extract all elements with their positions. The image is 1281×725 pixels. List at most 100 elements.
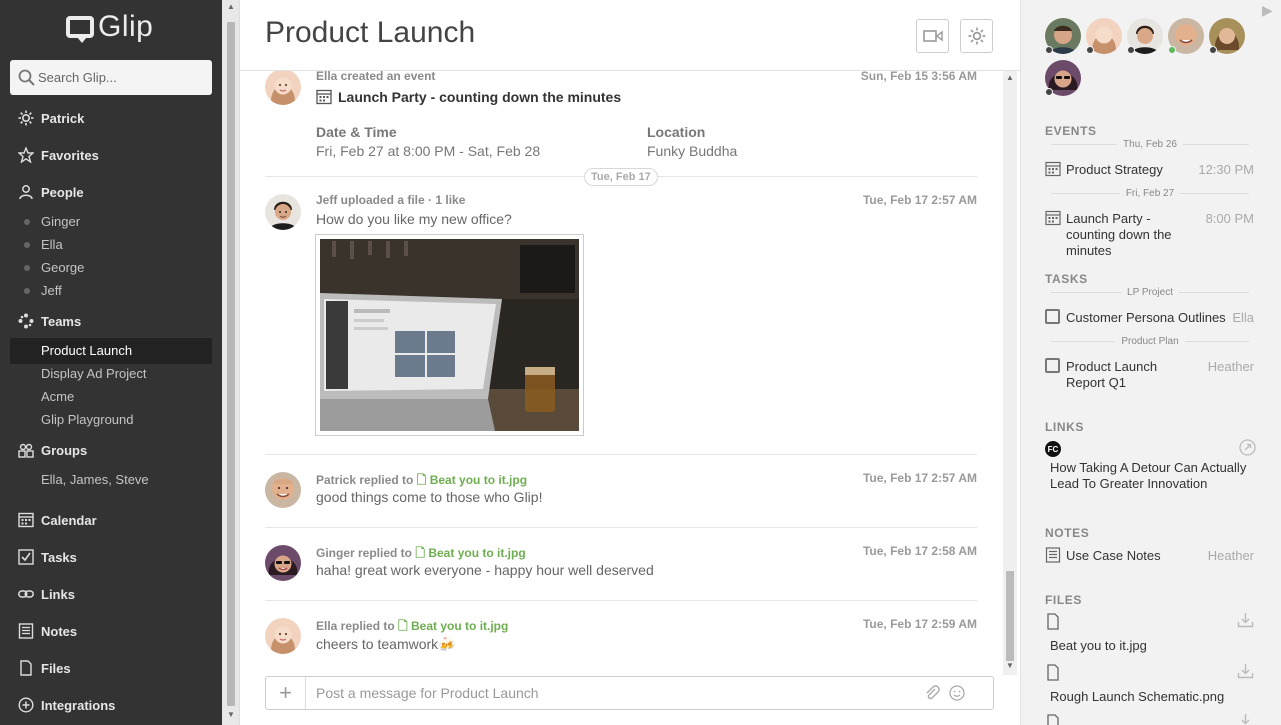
sidebar-item-display-ad-project[interactable]: Display Ad Project [41, 365, 147, 383]
calendar-icon [316, 89, 332, 105]
file-icon [1047, 613, 1059, 630]
search-input[interactable] [38, 70, 208, 85]
sidebar-item-acme[interactable]: Acme [41, 388, 74, 406]
event-item-title[interactable]: Product Strategy [1066, 162, 1163, 178]
sidebar-item-product-launch[interactable]: Product Launch [41, 342, 132, 360]
task-checkbox[interactable] [1045, 309, 1060, 324]
uploaded-photo[interactable] [315, 234, 584, 436]
event-location-value: Funky Buddha [647, 143, 738, 159]
task-item-title[interactable]: Customer Persona Outlines [1066, 310, 1226, 326]
sidebar-item-label: Glip Playground [41, 412, 134, 427]
emoji-icon[interactable] [949, 685, 965, 701]
settings-button[interactable] [960, 19, 993, 53]
scrollbar-thumb[interactable] [227, 22, 235, 706]
video-call-button[interactable] [916, 19, 949, 53]
event-date-label: Date & Time [316, 124, 397, 140]
nav-patrick[interactable]: Patrick [18, 108, 84, 128]
nav-teams[interactable]: Teams [18, 311, 81, 331]
notes-icon [18, 623, 34, 639]
avatar-ella[interactable] [265, 618, 301, 654]
nav-calendar[interactable]: Calendar [18, 510, 97, 530]
person-icon [19, 185, 33, 200]
message-divider [265, 454, 977, 455]
office-photo-image [320, 239, 579, 431]
sidebar-item-group[interactable]: Ella, James, Steve [41, 471, 149, 489]
avatar-image [265, 545, 301, 581]
event-item-time: 12:30 PM [1198, 162, 1254, 177]
event-item-title[interactable]: Launch Party - counting down the minutes [1066, 211, 1184, 259]
sidebar-item-ella[interactable]: Ella [24, 236, 63, 254]
avatar-ella[interactable] [265, 71, 301, 105]
nav-patrick-label: Patrick [41, 110, 85, 126]
sidebar-item-jeff[interactable]: Jeff [24, 282, 62, 300]
download-icon[interactable] [1237, 713, 1254, 725]
file-link[interactable]: 🗋 Beat you to it.jpg [417, 473, 527, 487]
file-item-name[interactable]: Rough Launch Schematic.png [1050, 689, 1224, 705]
event-location-label: Location [647, 124, 706, 140]
chat-bubble-icon [66, 16, 94, 43]
conversation-pane: Product Launch Ella created an event Sun… [240, 0, 1020, 725]
search-box[interactable] [10, 60, 212, 95]
note-item-title[interactable]: Use Case Notes [1066, 548, 1161, 564]
message-text: cheers to teamwork🍻 [316, 636, 456, 652]
task-item-title[interactable]: Product Launch Report Q1 [1066, 359, 1181, 391]
nav-groups[interactable]: Groups [18, 440, 87, 460]
collapse-panel-arrow-icon[interactable]: ▶ [1262, 2, 1273, 19]
avatar-patrick[interactable] [265, 472, 301, 508]
sidebar-item-ginger[interactable]: Ginger [24, 213, 80, 231]
scroll-down-arrow-icon[interactable]: ▼ [1006, 661, 1014, 670]
task-checkbox[interactable] [1045, 358, 1060, 373]
presence-dot [1209, 46, 1217, 54]
events-heading: EVENTS [1045, 124, 1097, 138]
scrollbar-thumb[interactable] [1006, 571, 1014, 661]
avatar-jeff[interactable] [265, 194, 301, 230]
presence-dot [1086, 46, 1094, 54]
message-text: good things come to those who Glip! [316, 489, 543, 505]
nav-files[interactable]: Files [18, 658, 71, 678]
sidebar-scrollbar[interactable]: ▲ ▼ [222, 0, 240, 725]
star-icon [18, 147, 34, 163]
message-input[interactable] [316, 685, 916, 701]
glip-logo[interactable]: Glip [66, 10, 153, 44]
file-item-name[interactable]: Beat you to it.jpg [1050, 638, 1147, 654]
avatar-ginger[interactable] [265, 545, 301, 581]
sidebar-item-glip-playground[interactable]: Glip Playground [41, 411, 134, 429]
download-icon[interactable] [1237, 612, 1254, 628]
file-link[interactable]: 🗋 Beat you to it.jpg [398, 619, 508, 633]
external-link-icon[interactable] [1239, 439, 1256, 456]
reply-author: Ginger replied to [316, 546, 413, 560]
task-assignee: Ella [1232, 310, 1254, 325]
notes-heading: NOTES [1045, 526, 1090, 540]
presence-dot [24, 288, 30, 294]
nav-tasks[interactable]: Tasks [18, 547, 77, 567]
sidebar-item-george[interactable]: George [24, 259, 84, 277]
nav-integrations[interactable]: Integrations [18, 695, 115, 715]
message-meta: Jeff uploaded a file · 1 like [316, 193, 466, 207]
avatar-image [265, 618, 301, 654]
nav-links[interactable]: Links [18, 584, 75, 604]
scroll-up-arrow-icon[interactable]: ▲ [227, 2, 235, 11]
sidebar-item-label: Acme [41, 389, 75, 404]
reply-author: Ella replied to [316, 619, 395, 633]
nav-favorites[interactable]: Favorites [18, 145, 99, 165]
link-item-title[interactable]: How Taking A Detour Can Actually Lead To… [1050, 460, 1260, 492]
sidebar: Glip Patrick Favorites People Ginger Ell… [0, 0, 222, 725]
presence-dot [24, 219, 30, 225]
message-text: How do you like my new office? [316, 211, 512, 227]
message-scrollbar[interactable]: ▲ ▼ [1003, 71, 1017, 675]
message-list: Ella created an event Sun, Feb 15 3:56 A… [240, 71, 1003, 671]
message-meta: Ella replied to 🗋 Beat you to it.jpg [316, 617, 508, 638]
nav-links-label: Links [41, 586, 75, 602]
file-link[interactable]: 🗋 Beat you to it.jpg [415, 546, 525, 560]
paperclip-icon[interactable] [924, 685, 940, 701]
download-icon[interactable] [1237, 663, 1254, 679]
add-attachment-button[interactable]: + [266, 677, 306, 709]
nav-people[interactable]: People [18, 182, 84, 202]
scroll-up-arrow-icon[interactable]: ▲ [1006, 73, 1014, 82]
nav-notes[interactable]: Notes [18, 621, 77, 641]
sidebar-item-label: Display Ad Project [41, 366, 147, 381]
event-title[interactable]: Launch Party - counting down the minutes [316, 89, 621, 105]
presence-dot-online [1168, 46, 1176, 54]
event-date-header: Fri, Feb 27 [1045, 188, 1255, 199]
scroll-down-arrow-icon[interactable]: ▼ [227, 710, 235, 719]
